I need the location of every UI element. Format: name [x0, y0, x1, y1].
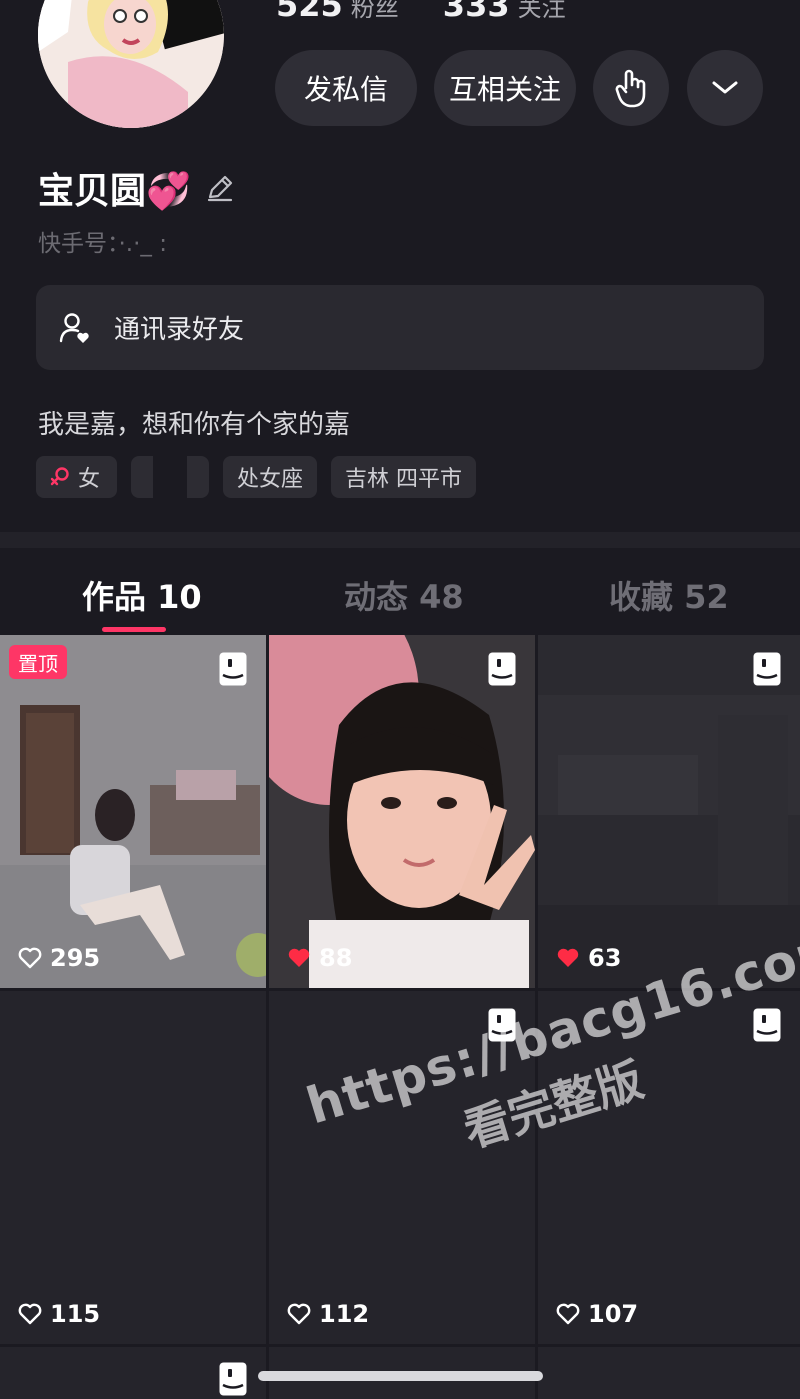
work-tile-3[interactable]: 63	[538, 635, 800, 988]
send-message-button[interactable]: 发私信	[275, 50, 417, 126]
tab-moments[interactable]: 动态 48	[344, 572, 464, 618]
tag-location-label: 吉林 四平市	[345, 467, 463, 492]
followers-count: 525	[276, 0, 343, 24]
video-type-icon	[753, 652, 781, 686]
like-count: 63	[556, 944, 621, 972]
female-icon	[50, 467, 69, 486]
home-indicator[interactable]	[258, 1371, 543, 1381]
edit-pencil-icon[interactable]	[205, 173, 235, 203]
work-tile-7[interactable]	[0, 1347, 266, 1399]
more-options-button[interactable]	[687, 50, 763, 126]
kuaishou-id[interactable]: 快手号：·.·_ :	[38, 224, 167, 258]
like-count: 295	[18, 944, 100, 972]
video-type-icon	[219, 1362, 247, 1396]
like-count: 107	[556, 1300, 638, 1328]
following-count: 333	[442, 0, 510, 24]
like-count-value: 115	[50, 1300, 101, 1328]
like-count: 88	[287, 944, 352, 972]
poke-button[interactable]	[593, 50, 669, 126]
work-thumbnail-dark	[538, 635, 800, 988]
work-tile-9[interactable]	[538, 1347, 800, 1399]
following-stat[interactable]: 333 关注	[443, 0, 566, 24]
tag-age	[131, 456, 209, 498]
heart-outline-icon	[18, 1303, 42, 1325]
like-count: 115	[18, 1300, 100, 1328]
work-thumbnail-selfie	[269, 635, 535, 988]
tag-zodiac-label: 处女座	[237, 467, 304, 492]
avatar-illustration	[38, 0, 224, 128]
followers-label: 粉丝	[350, 0, 399, 22]
work-thumbnail-room	[0, 635, 266, 988]
content-tabs: 作品 10 动态 48 收藏 52	[0, 548, 800, 634]
pinned-badge: 置顶	[9, 645, 67, 679]
followers-stat[interactable]: 525 粉丝	[276, 0, 399, 24]
like-count: 112	[287, 1300, 369, 1328]
heart-outline-icon	[556, 1303, 580, 1325]
avatar[interactable]	[38, 0, 224, 128]
work-tile-2[interactable]: 88	[269, 635, 535, 988]
finger-tap-icon	[615, 69, 646, 108]
video-type-icon	[219, 652, 247, 686]
tag-age-left	[131, 456, 153, 498]
tab-favorites[interactable]: 收藏 52	[609, 572, 729, 618]
work-tile-4[interactable]: 115	[0, 991, 266, 1344]
profile-tags: 女 处女座 吉林 四平市	[36, 456, 477, 498]
profile-bio: 我是嘉，想和你有个家的嘉	[38, 410, 351, 440]
heart-outline-icon	[287, 1303, 311, 1325]
like-count-value: 88	[319, 944, 353, 972]
heart-outline-icon	[18, 947, 42, 969]
like-count-value: 107	[588, 1300, 639, 1328]
tab-works[interactable]: 作品 10	[82, 572, 202, 618]
video-type-icon	[488, 652, 516, 686]
chevron-down-icon	[712, 81, 738, 94]
contacts-friends-bar[interactable]: 通讯录好友	[36, 285, 764, 370]
profile-stats: 525 粉丝 333 关注	[276, 0, 566, 24]
profile-name-row: 宝贝圆💞	[38, 162, 235, 214]
work-tile-1[interactable]: 置顶 295	[0, 635, 266, 988]
tag-location: 吉林 四平市	[331, 456, 477, 498]
section-divider	[0, 532, 800, 548]
tag-age-label	[153, 456, 187, 498]
tag-zodiac: 处女座	[223, 456, 318, 498]
heart-filled-icon	[557, 948, 579, 967]
tag-age-right	[187, 456, 209, 498]
tab-active-indicator	[102, 627, 166, 632]
like-count-value: 112	[319, 1300, 370, 1328]
mutual-follow-button[interactable]: 互相关注	[434, 50, 576, 126]
heart-filled-icon	[288, 948, 310, 967]
contacts-friends-label: 通讯录好友	[114, 315, 245, 345]
tag-gender: 女	[36, 456, 117, 498]
like-count-value: 295	[50, 944, 101, 972]
contacts-user-heart-icon	[59, 312, 89, 343]
tag-gender-label: 女	[78, 467, 101, 492]
like-count-value: 63	[588, 944, 622, 972]
following-label: 关注	[517, 0, 566, 22]
profile-name: 宝贝圆💞	[38, 171, 191, 212]
